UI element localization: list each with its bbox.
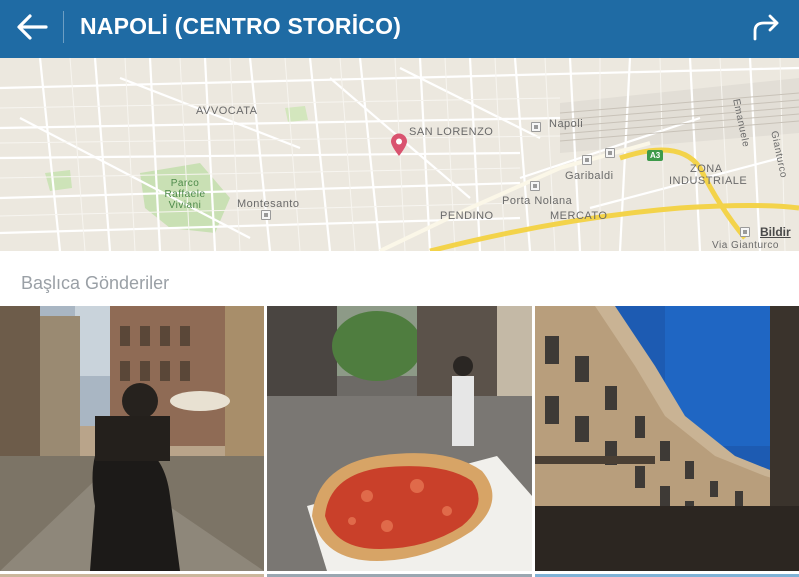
- map-label-zona: ZONA: [690, 163, 723, 175]
- station-icon: [530, 181, 540, 191]
- top-app-bar: NAPOLİ (CENTRO STORİCO): [0, 0, 799, 58]
- location-pin-icon: [390, 133, 408, 162]
- post-photo-pizza: [267, 306, 532, 571]
- station-icon: [531, 122, 541, 132]
- map-label-napoli: Napoli: [549, 118, 584, 130]
- map-label-porta-nolana: Porta Nolana: [502, 195, 573, 207]
- post-thumbnail[interactable]: [535, 306, 799, 571]
- map-label-san-lorenzo: SAN LORENZO: [409, 126, 494, 138]
- station-icon: [605, 148, 615, 158]
- location-map[interactable]: AVVOCATA SAN LORENZO Napoli Garibaldi Po…: [0, 58, 799, 251]
- post-photo-street-person: [0, 306, 264, 571]
- map-label-via-gianturco: Via Gianturco: [712, 240, 779, 251]
- map-label-garibaldi: Garibaldi: [565, 170, 614, 182]
- top-posts-heading: Başlıca Gönderiler: [21, 273, 170, 293]
- map-label-parco: Parco Raffaele Viviani: [164, 178, 206, 211]
- map-label-avvocata: AVVOCATA: [196, 105, 258, 117]
- share-button[interactable]: [744, 10, 788, 48]
- station-icon: [740, 227, 750, 237]
- post-photo-buildings: [535, 306, 799, 571]
- map-label-industriale: INDUSTRIALE: [669, 175, 748, 187]
- header-divider: [63, 11, 64, 43]
- arrow-left-icon: [16, 13, 48, 46]
- back-button[interactable]: [10, 10, 54, 48]
- top-posts-grid: [0, 306, 799, 577]
- station-icon: [582, 155, 592, 165]
- highway-shield: A3: [647, 150, 664, 161]
- post-thumbnail[interactable]: [267, 306, 532, 571]
- post-thumbnail[interactable]: [0, 306, 264, 571]
- page-title: NAPOLİ (CENTRO STORİCO): [80, 13, 402, 39]
- share-arrow-icon: [751, 12, 781, 47]
- map-label-mercato: MERCATO: [550, 210, 608, 222]
- map-label-montesanto: Montesanto: [237, 198, 300, 210]
- map-report-link[interactable]: Bildir: [760, 225, 791, 239]
- station-icon: [261, 210, 271, 220]
- map-label-pendino: PENDINO: [440, 210, 494, 222]
